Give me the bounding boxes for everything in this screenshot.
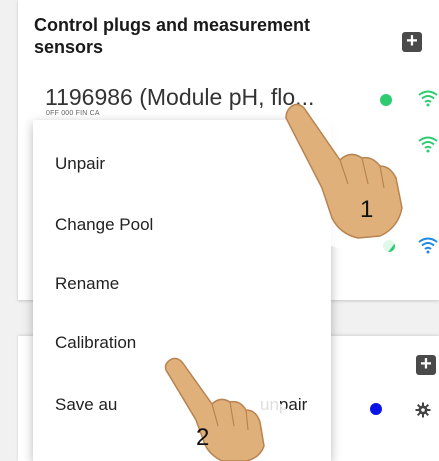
menu-item-save[interactable]: Save au (55, 395, 117, 415)
step-number-label: 1 (360, 196, 374, 223)
add-sensor-button[interactable]: + (402, 30, 422, 52)
gear-icon[interactable] (415, 402, 431, 418)
pointing-hand-icon (272, 98, 422, 260)
section-title: Control plugs and measurement sensors (34, 15, 311, 57)
menu-item-change-pool[interactable]: Change Pool (55, 215, 153, 235)
status-dot-blue (370, 403, 382, 415)
menu-item-rename[interactable]: Rename (55, 274, 119, 294)
plus-icon: + (420, 353, 432, 375)
plus-icon: + (406, 30, 418, 52)
step-number-label: 2 (196, 424, 210, 451)
menu-item-unpair[interactable]: Unpair (55, 154, 105, 174)
menu-item-calibration[interactable]: Calibration (55, 333, 136, 353)
add-button[interactable]: + (416, 353, 436, 375)
device-subtitle: 0FF 000 FIN CA (46, 110, 100, 117)
pointing-hand-icon (150, 342, 290, 461)
